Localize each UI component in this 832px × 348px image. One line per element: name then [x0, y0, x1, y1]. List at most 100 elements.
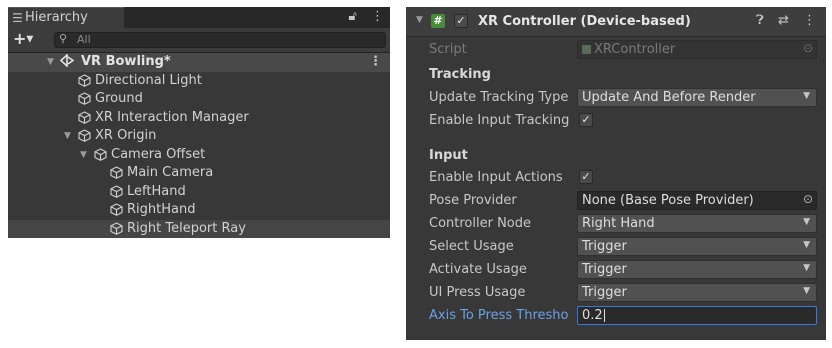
collapse-arrow-icon[interactable]: ▼ [416, 15, 423, 25]
script-icon: # [431, 14, 445, 28]
script-label: Script [429, 42, 467, 57]
enable-input-tracking-row: Enable Input Tracking ✓ [406, 110, 826, 132]
pose-provider-field[interactable]: None (Base Pose Provider) ⊙ [577, 191, 817, 210]
enable-input-actions-checkbox[interactable]: ✓ [579, 170, 593, 184]
help-icon[interactable]: ❓︎ [756, 13, 764, 28]
activate-usage-value: Trigger [582, 262, 627, 277]
script-file-icon [582, 45, 591, 54]
select-usage-dropdown[interactable]: Trigger ▼ [577, 237, 817, 256]
component-header-tools: ❓︎ ⇄ ⋮ [746, 13, 816, 28]
hierarchy-tab-label: Hierarchy [25, 10, 88, 25]
hierarchy-item-label: LeftHand [127, 183, 186, 199]
list-icon: ☰ [12, 11, 23, 25]
select-usage-value: Trigger [582, 239, 627, 254]
component-enabled-checkbox[interactable]: ✓ [454, 14, 468, 28]
hierarchy-panel: ☰ Hierarchy 🔓︎ ⋮ +▼ ⚲ All ▼ VR Bowling* … [8, 7, 390, 238]
hierarchy-tree: ▼ VR Bowling* ⋮ Directional Light Ground X… [8, 53, 390, 238]
hierarchy-item-label: XR Origin [95, 128, 157, 143]
hierarchy-item-label: Main Camera [127, 165, 214, 180]
scene-row[interactable]: ▼ VR Bowling* ⋮ [8, 53, 390, 72]
chevron-down-icon: ▼ [803, 240, 810, 250]
gameobject-cube-icon [78, 73, 91, 87]
hierarchy-tab-tools: 🔓︎ ⋮ [338, 9, 384, 24]
gameobject-cube-icon [78, 129, 91, 142]
hierarchy-item-label: RightHand [127, 202, 196, 217]
activate-usage-dropdown[interactable]: Trigger ▼ [577, 260, 817, 279]
enable-input-tracking-label: Enable Input Tracking [429, 113, 570, 128]
gameobject-cube-icon [78, 92, 91, 105]
hierarchy-item[interactable]: Ground [8, 90, 390, 109]
update-tracking-type-value: Update And Before Render [582, 90, 756, 105]
update-tracking-type-dropdown[interactable]: Update And Before Render ▼ [577, 88, 817, 107]
chevron-down-icon: ▼ [803, 91, 810, 101]
search-icon: ⚲ [59, 32, 68, 45]
input-header-row: Input [406, 145, 826, 167]
chevron-down-icon: ▼ [803, 217, 810, 227]
controller-node-row: Controller Node Right Hand ▼ [406, 213, 826, 235]
search-input[interactable]: ⚲ All [54, 32, 386, 48]
hierarchy-item[interactable]: RightHand [8, 201, 390, 220]
ui-press-usage-label: UI Press Usage [429, 285, 526, 300]
ui-press-usage-row: UI Press Usage Trigger ▼ [406, 282, 826, 304]
activate-usage-row: Activate Usage Trigger ▼ [406, 259, 826, 281]
hierarchy-item[interactable]: Right Teleport Ray [8, 219, 390, 238]
hierarchy-item[interactable]: LeftHand [8, 183, 390, 202]
activate-usage-label: Activate Usage [429, 262, 527, 277]
controller-node-dropdown[interactable]: Right Hand ▼ [577, 214, 817, 233]
gameobject-cube-icon [110, 203, 123, 216]
hierarchy-item-label: Directional Light [95, 72, 202, 88]
enable-input-actions-row: Enable Input Actions ✓ [406, 167, 826, 189]
hierarchy-tab[interactable]: ☰ Hierarchy [8, 7, 124, 28]
tracking-header-row: Tracking [406, 64, 826, 86]
hierarchy-item-label: XR Interaction Manager [95, 109, 249, 125]
axis-to-press-row: Axis To Press Thresho 0.2 [406, 305, 826, 327]
search-placeholder: All [77, 33, 91, 46]
tracking-header: Tracking [429, 67, 491, 82]
hierarchy-item-label: Ground [95, 91, 143, 106]
script-row: Script XRController ⊙ [406, 39, 826, 61]
hierarchy-item[interactable]: ▼ Camera Offset [8, 146, 390, 165]
controller-node-label: Controller Node [429, 216, 532, 231]
hierarchy-item[interactable]: ▼ XR Origin [8, 127, 390, 146]
preset-icon[interactable]: ⇄ [778, 13, 789, 28]
controller-node-value: Right Hand [582, 216, 655, 231]
hierarchy-item[interactable]: XR Interaction Manager [8, 109, 390, 128]
hierarchy-item[interactable]: Main Camera [8, 164, 390, 183]
enable-input-tracking-checkbox[interactable]: ✓ [579, 113, 593, 127]
update-tracking-type-row: Update Tracking Type Update And Before R… [406, 87, 826, 109]
lock-icon[interactable]: 🔓︎ [348, 9, 356, 24]
gameobject-cube-icon [110, 166, 123, 179]
ui-press-usage-value: Trigger [582, 285, 627, 300]
input-header: Input [429, 148, 468, 163]
inspector-panel: ▼ # ✓ XR Controller (Device-based) ❓︎ ⇄ … [406, 7, 826, 340]
component-header[interactable]: ▼ # ✓ XR Controller (Device-based) ❓︎ ⇄ … [406, 7, 826, 37]
script-field: XRController ⊙ [577, 40, 817, 59]
kebab-menu-icon[interactable]: ⋮ [803, 13, 816, 28]
expand-arrow-icon[interactable]: ▼ [47, 53, 54, 71]
chevron-down-icon: ▼ [803, 263, 810, 273]
script-value: XRController [594, 42, 676, 57]
axis-to-press-input[interactable]: 0.2 [577, 306, 817, 325]
add-button[interactable]: +▼ [13, 29, 33, 48]
pose-provider-row: Pose Provider None (Base Pose Provider) … [406, 190, 826, 212]
select-usage-label: Select Usage [429, 239, 514, 254]
gameobject-cube-icon [110, 184, 123, 198]
kebab-menu-icon[interactable]: ⋮ [371, 9, 384, 24]
hierarchy-item-label: Right Teleport Ray [127, 220, 246, 236]
pose-provider-label: Pose Provider [429, 193, 517, 208]
expand-arrow-icon[interactable]: ▼ [80, 146, 87, 164]
object-picker-icon[interactable]: ⊙ [803, 192, 813, 206]
chevron-down-icon: ▼ [803, 286, 810, 296]
scene-icon [59, 53, 75, 71]
gameobject-cube-icon [94, 147, 107, 161]
expand-arrow-icon[interactable]: ▼ [64, 127, 71, 145]
object-picker-icon: ⊙ [802, 41, 813, 55]
axis-to-press-label: Axis To Press Thresho [429, 308, 569, 323]
pose-provider-value: None (Base Pose Provider) [582, 193, 754, 208]
ui-press-usage-dropdown[interactable]: Trigger ▼ [577, 283, 817, 302]
hierarchy-item[interactable]: Directional Light [8, 72, 390, 91]
update-tracking-type-label: Update Tracking Type [429, 90, 569, 105]
scene-menu-icon[interactable]: ⋮ [369, 53, 382, 71]
axis-to-press-value: 0.2 [582, 308, 603, 323]
component-title: XR Controller (Device-based) [478, 14, 691, 29]
